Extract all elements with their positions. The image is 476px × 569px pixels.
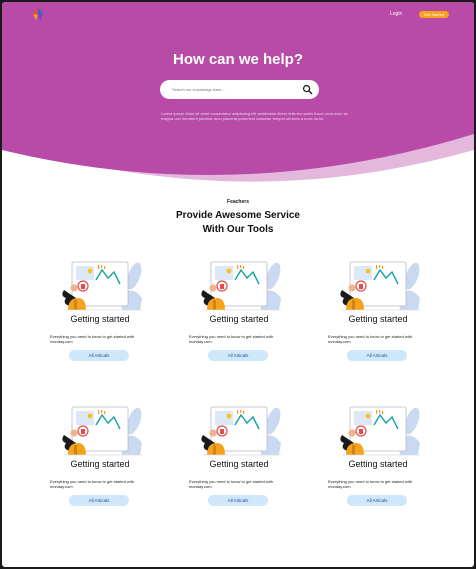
login-link[interactable]: Login xyxy=(390,11,402,17)
card-title: Getting started xyxy=(70,314,130,324)
hero-section: Login Get Started How can we help? Searc… xyxy=(2,2,474,192)
all-articles-button[interactable]: All Articals xyxy=(69,495,129,506)
card-description: Everything you need to know to get start… xyxy=(50,479,135,489)
all-articles-button[interactable]: All Articals xyxy=(208,495,268,506)
feature-card: Getting started Everything you need to kn… xyxy=(50,254,150,374)
card-description: Everything you need to know to get start… xyxy=(189,479,274,489)
card-description: Everything you need to know to get start… xyxy=(189,334,274,344)
card-description: Everything you need to know to get start… xyxy=(50,334,135,344)
section-eyebrow: Feachers xyxy=(227,199,249,205)
card-title: Getting started xyxy=(209,459,269,469)
analytics-illustration xyxy=(189,254,289,314)
feature-card: Getting started Everything you need to kn… xyxy=(189,254,289,374)
brand-logo-icon[interactable] xyxy=(32,8,44,22)
page: Login Get Started How can we help? Searc… xyxy=(2,2,474,567)
analytics-illustration xyxy=(328,254,428,314)
card-title: Getting started xyxy=(70,459,130,469)
analytics-illustration xyxy=(189,399,289,459)
section-title-line-2: With Our Tools xyxy=(202,224,274,235)
card-description: Everything you need to know to get start… xyxy=(328,334,413,344)
search-input[interactable]: Search our knowledge base... xyxy=(172,87,225,92)
analytics-illustration xyxy=(50,399,150,459)
search-icon[interactable] xyxy=(302,84,313,95)
all-articles-button[interactable]: All Articals xyxy=(69,350,129,361)
search-bar[interactable]: Search our knowledge base... xyxy=(160,80,319,99)
feature-card: Getting started Everything you need to kn… xyxy=(328,254,428,374)
analytics-illustration xyxy=(50,254,150,314)
feature-card: Getting started Everything you need to kn… xyxy=(328,399,428,519)
all-articles-button[interactable]: All Articals xyxy=(208,350,268,361)
get-started-button[interactable]: Get Started xyxy=(419,11,449,18)
section-title: Provide Awesome Service With Our Tools xyxy=(2,209,474,237)
analytics-illustration xyxy=(328,399,428,459)
card-title: Getting started xyxy=(348,459,408,469)
all-articles-button[interactable]: All Articals xyxy=(347,350,407,361)
feature-card: Getting started Everything you need to kn… xyxy=(50,399,150,519)
hero-description: Lorem ipsum dolor sit amet consectetur a… xyxy=(161,111,348,121)
section-title-line-1: Provide Awesome Service xyxy=(176,210,300,221)
feature-card: Getting started Everything you need to kn… xyxy=(189,399,289,519)
hero-title: How can we help? xyxy=(172,51,304,68)
card-title: Getting started xyxy=(348,314,408,324)
all-articles-button[interactable]: All Articals xyxy=(347,495,407,506)
card-title: Getting started xyxy=(209,314,269,324)
card-description: Everything you need to know to get start… xyxy=(328,479,413,489)
